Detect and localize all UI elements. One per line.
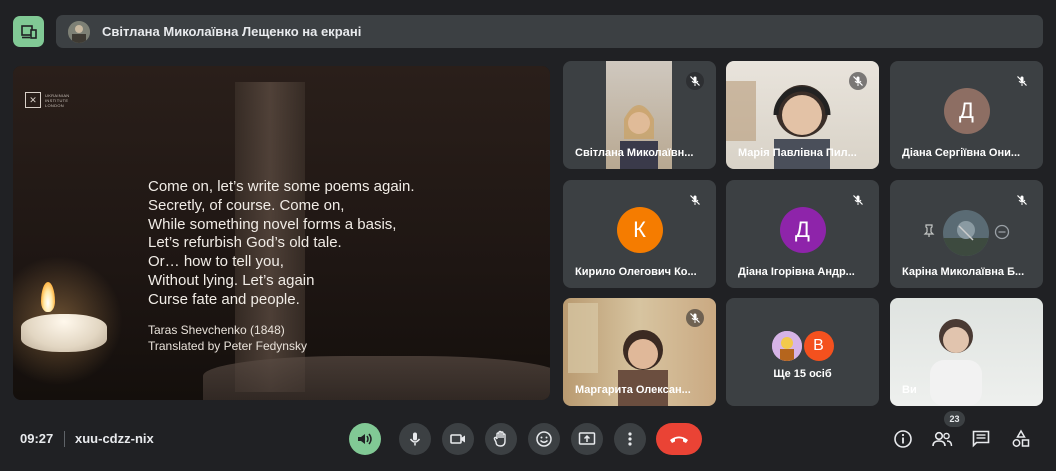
participant-tile[interactable]: Д Діана Ігорівна Андр... [726, 180, 879, 288]
mini-avatar-photo [771, 330, 802, 361]
logo-line-2: INSTITUTE [45, 97, 69, 103]
speaker-icon [358, 433, 372, 445]
translator-line: Translated by Peter Fedynsky [148, 339, 307, 353]
control-bar: 09:27 xuu-cdzz-nix [0, 410, 1056, 471]
mic-off-icon [686, 72, 704, 90]
camera-button[interactable] [442, 423, 474, 455]
mic-off-icon [849, 72, 867, 90]
hang-up-icon [670, 436, 688, 443]
presenting-text: Світлана Миколаївна Лещенко на екрані [102, 24, 362, 39]
author-line: Taras Shevchenko (1848) [148, 323, 285, 337]
chat-icon [972, 430, 990, 448]
participant-tile[interactable]: Маргарита Олексан... [563, 298, 716, 406]
remove-icon[interactable] [994, 224, 1010, 245]
hand-icon [493, 430, 506, 447]
activities-button[interactable] [1009, 427, 1033, 451]
presenter-avatar [68, 20, 90, 43]
participant-avatar: Д [943, 87, 990, 134]
self-tile[interactable]: Ви [890, 298, 1043, 406]
pin-icon[interactable] [922, 224, 936, 243]
reactions-button[interactable] [528, 423, 560, 455]
audio-output-button[interactable] [349, 423, 381, 455]
poem-line: Secretly, of course. Come on, [148, 196, 345, 214]
poem-line: Curse fate and people. [148, 290, 300, 308]
mic-off-icon [1013, 72, 1031, 90]
logo-mark-icon: ✕ [25, 92, 41, 108]
participant-tile[interactable]: Марія Павлівна Пил... [726, 61, 879, 169]
present-icon [578, 432, 596, 445]
video-camera-icon [450, 434, 465, 444]
mini-avatar-letter: В [803, 330, 834, 361]
more-vert-icon [628, 432, 632, 446]
poem-line: Without lying. Let’s again [148, 271, 315, 289]
poem-text: Come on, let’s write some poems again. S… [148, 178, 415, 310]
end-call-button[interactable] [656, 423, 702, 455]
present-screen-button[interactable] [571, 423, 603, 455]
info-icon [894, 430, 912, 448]
participant-tile[interactable]: Каріна Миколаївна Б... [890, 180, 1043, 288]
poem-line: Let’s refurbish God’s old tale. [148, 234, 342, 252]
participant-name: Маргарита Олексан... [575, 384, 691, 396]
present-mode-icon[interactable] [13, 16, 44, 47]
presentation-screen[interactable]: ✕ UKRAINIAN INSTITUTE LONDON Come on, le… [13, 66, 550, 400]
logo-line-3: LONDON [45, 102, 64, 108]
emoji-icon [536, 431, 552, 447]
participant-count-badge: 23 [944, 411, 965, 427]
participant-avatar: Д [779, 206, 826, 253]
poem-line: Or… how to tell you, [148, 253, 284, 271]
decorative-surface [203, 356, 550, 400]
mic-off-icon [849, 191, 867, 209]
participant-name: Каріна Миколаївна Б... [902, 266, 1025, 278]
more-participants-text: Ще 15 осіб [773, 368, 832, 380]
meeting-time: 09:27 [20, 431, 54, 446]
meeting-details-button[interactable] [891, 427, 915, 451]
participant-tile[interactable]: Світлана Миколаївн... [563, 61, 716, 169]
meeting-code[interactable]: xuu-cdzz-nix [75, 431, 154, 446]
participant-name: Ви [902, 384, 917, 396]
participant-name: Світлана Миколаївн... [575, 147, 694, 159]
poem-attribution: Taras Shevchenko (1848) Translated by Pe… [148, 322, 307, 354]
institute-logo: ✕ UKRAINIAN INSTITUTE LONDON [25, 92, 69, 108]
participant-tile[interactable]: К Кирило Олегович Ко... [563, 180, 716, 288]
participant-name: Марія Павлівна Пил... [738, 147, 857, 159]
participant-name: Діана Ігорівна Андр... [738, 266, 855, 278]
mic-icon [409, 432, 421, 446]
participant-avatar-photo [943, 210, 989, 256]
divider [64, 431, 65, 447]
mic-off-icon [686, 191, 704, 209]
more-participants-tile[interactable]: В Ще 15 осіб [726, 298, 879, 406]
mic-off-icon [1013, 191, 1031, 209]
logo-line-1: UKRAINIAN [45, 92, 70, 98]
people-icon [932, 431, 953, 447]
participant-name: Діана Сергіївна Они... [902, 147, 1021, 159]
people-button[interactable] [930, 427, 954, 451]
chat-button[interactable] [969, 427, 993, 451]
shapes-icon [1012, 429, 1030, 447]
participant-name: Кирило Олегович Ко... [575, 266, 697, 278]
mic-off-icon [686, 309, 704, 327]
poem-line: Come on, let’s write some poems again. [148, 178, 415, 195]
raise-hand-button[interactable] [485, 423, 517, 455]
poem-line: While something novel forms a basis, [148, 215, 397, 233]
participant-avatar: К [616, 206, 663, 253]
more-options-button[interactable] [614, 423, 646, 455]
participant-tile[interactable]: Д Діана Сергіївна Они... [890, 61, 1043, 169]
presenting-banner: Світлана Миколаївна Лещенко на екрані [56, 15, 1043, 48]
microphone-button[interactable] [399, 423, 431, 455]
candle-image [21, 314, 107, 352]
more-avatars: В [771, 330, 834, 361]
